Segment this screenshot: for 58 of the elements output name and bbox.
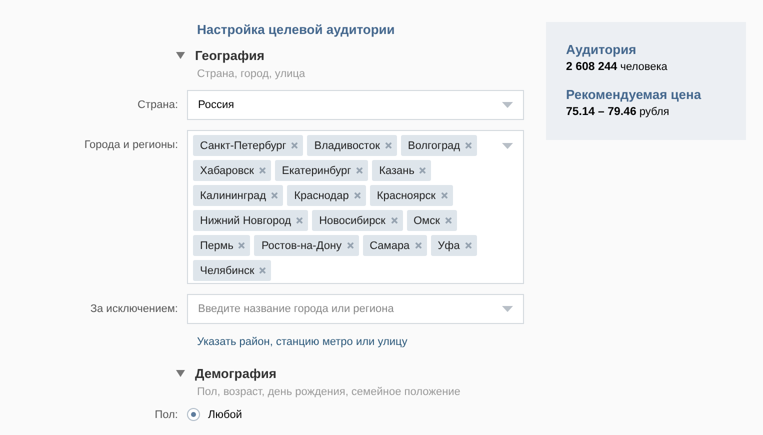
- field-label: Пол:: [154, 408, 179, 420]
- dropdown-caret-icon[interactable]: [502, 143, 513, 149]
- detail-link[interactable]: Указать район, станцию метро или улицу: [197, 336, 524, 348]
- remove-icon[interactable]: [271, 192, 278, 199]
- country-dropdown[interactable]: Россия: [187, 90, 524, 120]
- city-tag: Владивосток: [307, 135, 397, 156]
- city-tag: Екатеринбург: [274, 160, 368, 181]
- city-tag: Пермь: [193, 235, 250, 256]
- city-tag: Казань: [372, 160, 432, 181]
- section-title: Настройка целевой аудитории: [197, 22, 396, 39]
- remove-icon[interactable]: [440, 192, 448, 199]
- cities-field[interactable]: Санкт-Петербург Владивосток Волгоград Хабаровск Екатеринбург Казань Калининград Краснодар Красноярск Нижний Новгород Новосибирск Омск Пермь Ростов-на-Дону Самара Уфа Челябинск: [187, 130, 524, 284]
- field-label: Города и регионы:: [83, 138, 179, 153]
- city-tag: Краснодар: [287, 185, 366, 206]
- audience-value: 2 608 244 человека: [566, 61, 668, 73]
- city-tag: Челябинск: [193, 260, 272, 281]
- city-tag: Новосибирск: [312, 210, 402, 231]
- panel-heading: Аудитория: [566, 42, 638, 57]
- dropdown-caret-icon[interactable]: [502, 306, 513, 312]
- remove-icon[interactable]: [258, 167, 266, 174]
- price-value: 75.14 – 79.46 рубля: [566, 106, 670, 118]
- remove-icon[interactable]: [354, 192, 361, 199]
- collapse-triangle-icon[interactable]: [176, 52, 185, 59]
- remove-icon[interactable]: [296, 217, 304, 224]
- field-label: За исключением:: [89, 302, 179, 317]
- city-tag: Хабаровск: [193, 160, 271, 181]
- panel-heading: Рекомендуемая цена: [566, 87, 702, 102]
- radio-button[interactable]: [187, 408, 200, 421]
- remove-icon[interactable]: [238, 242, 246, 249]
- remove-icon[interactable]: [390, 217, 398, 224]
- city-tag: Уфа: [430, 235, 477, 256]
- city-tag: Волгоград: [400, 135, 478, 156]
- remove-icon[interactable]: [464, 242, 472, 249]
- city-tag: Калининград: [193, 185, 284, 206]
- city-tag: Омск: [406, 210, 457, 231]
- section-subtitle: Пол, возраст, день рождения, семейное положение: [197, 386, 462, 398]
- city-tag: Красноярск: [370, 185, 453, 206]
- remove-icon[interactable]: [384, 142, 392, 149]
- city-tag: Санкт-Петербург: [193, 135, 304, 156]
- section-heading[interactable]: География: [195, 48, 264, 63]
- city-tag: Нижний Новгород: [193, 210, 308, 231]
- remove-icon[interactable]: [444, 217, 452, 224]
- collapse-triangle-icon[interactable]: [176, 370, 185, 377]
- remove-icon[interactable]: [259, 267, 266, 274]
- remove-icon[interactable]: [419, 167, 426, 174]
- city-tag: Самара: [362, 235, 427, 256]
- remove-icon[interactable]: [291, 142, 298, 149]
- remove-icon[interactable]: [356, 167, 364, 174]
- remove-icon[interactable]: [465, 142, 472, 149]
- remove-icon[interactable]: [414, 242, 422, 249]
- remove-icon[interactable]: [346, 242, 354, 249]
- radio-label[interactable]: Любой: [208, 408, 242, 420]
- section-subtitle: Страна, город, улица: [197, 68, 306, 80]
- city-tag: Ростов-на-Дону: [254, 235, 359, 256]
- exclude-dropdown[interactable]: Введите название города или региона: [187, 294, 524, 324]
- section-heading[interactable]: Демография: [195, 366, 276, 381]
- dropdown-caret-icon[interactable]: [502, 102, 513, 108]
- field-label: Страна:: [136, 98, 179, 113]
